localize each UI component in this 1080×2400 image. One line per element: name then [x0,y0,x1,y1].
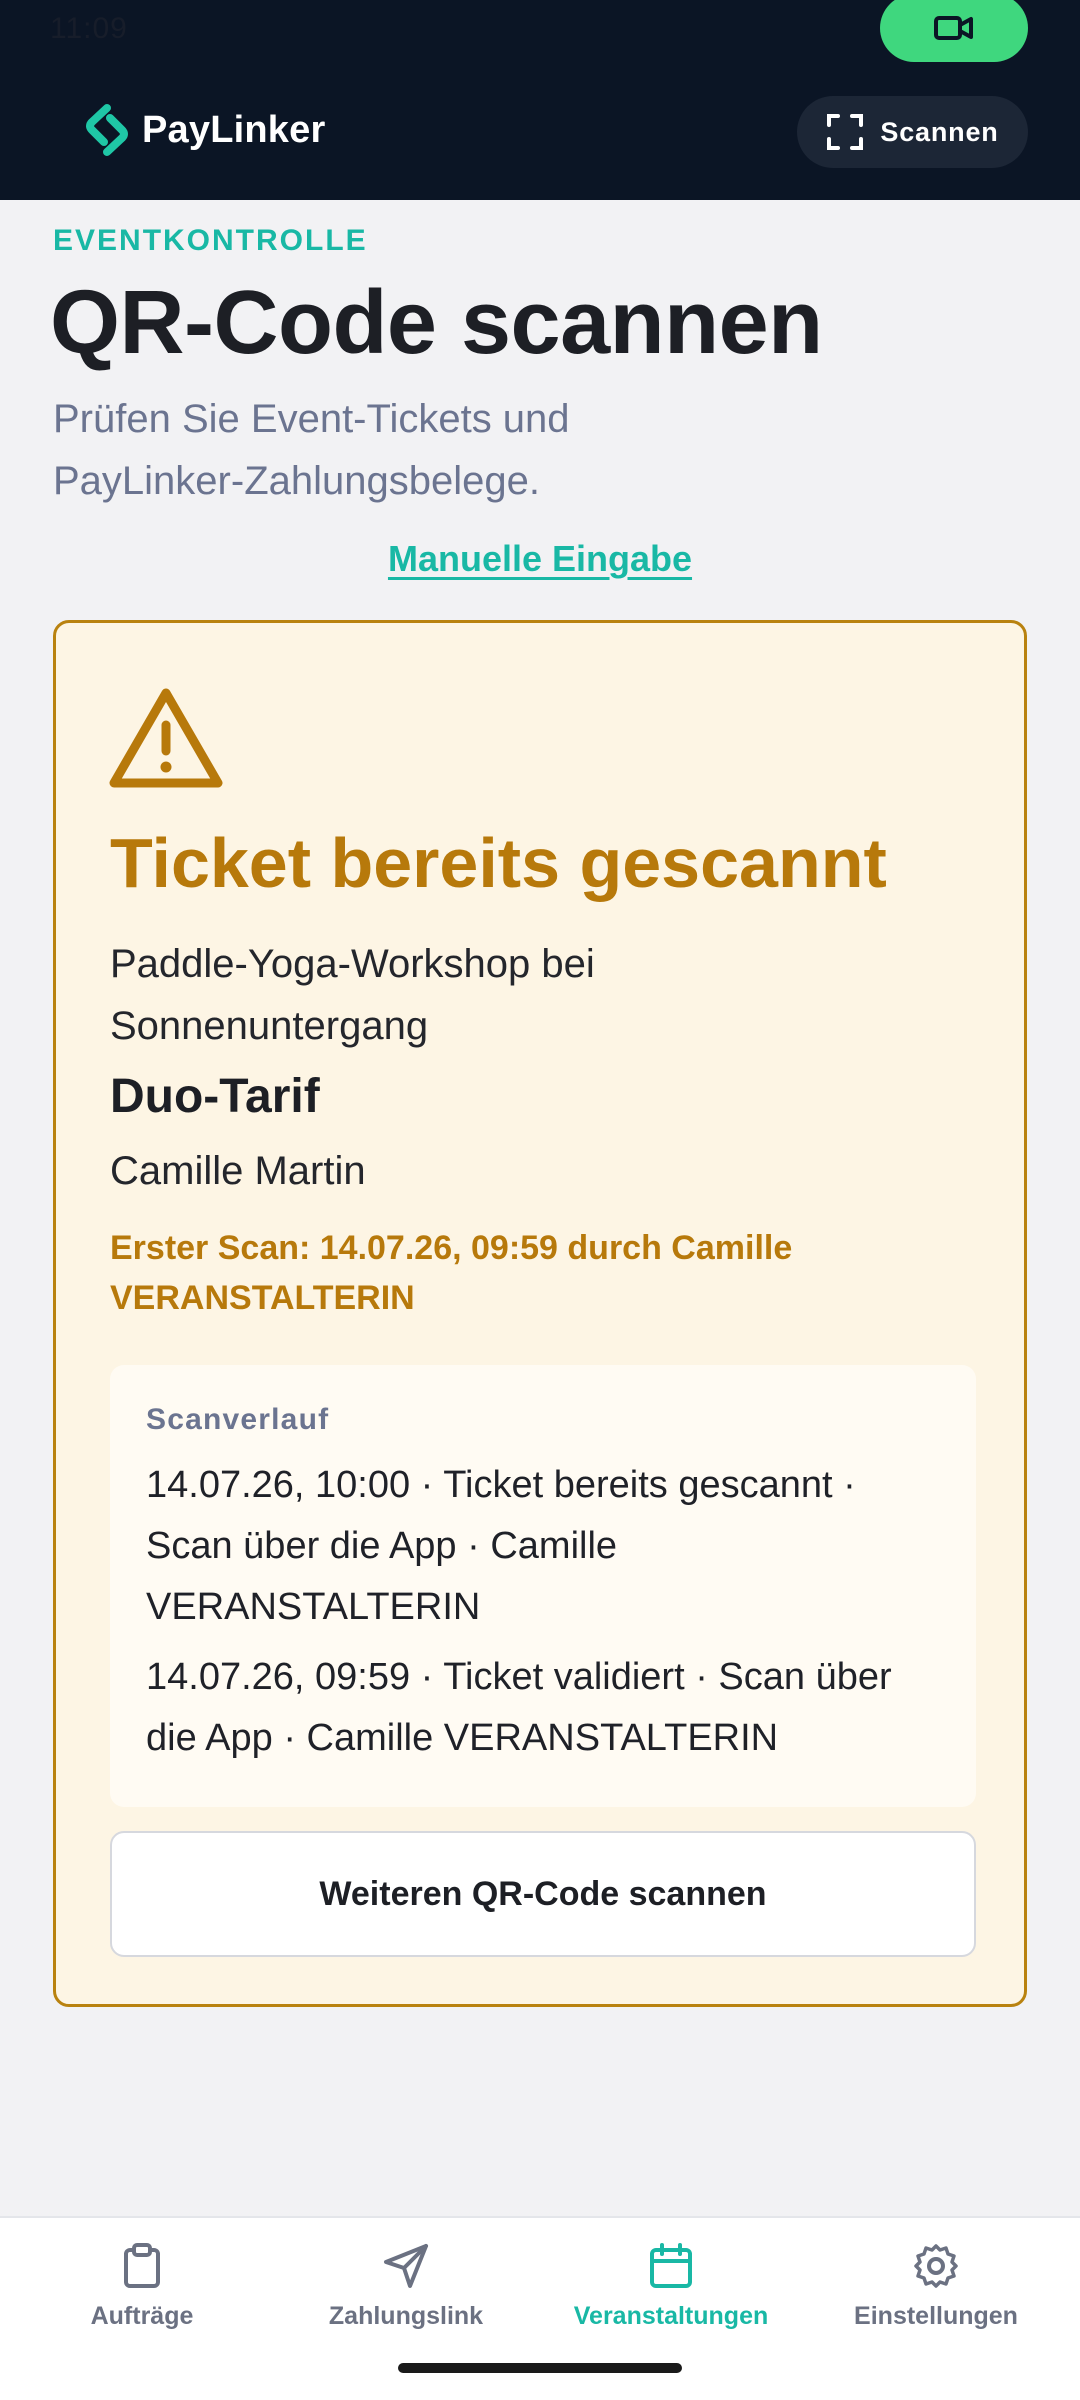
manual-entry-link[interactable]: Manuelle Eingabe [0,538,1080,580]
event-name: Paddle-Yoga-Workshop bei Sonnenuntergang [110,942,595,1048]
page-subtitle: Prüfen Sie Event-Tickets und PayLinker-Z… [53,397,570,503]
scan-history-entry: 14.07.26, 10:00 · Ticket bereits gescann… [146,1464,856,1628]
status-bar-time: 11:09 [50,12,128,45]
nav-label-payment-link: Zahlungslink [328,2302,484,2330]
header-scan-label: Scannen [880,116,999,147]
result-title: Ticket bereits gescannt [110,824,887,902]
header-scan-button[interactable]: Scannen [797,96,1028,168]
gear-icon [914,2244,958,2288]
page-title: QR-Code scannen [50,273,823,373]
clipboard-icon [124,2243,160,2288]
section-eyebrow: EVENTKONTROLLE [53,224,368,257]
nav-label-orders: Aufträge [90,2302,194,2330]
warning-triangle-icon [109,688,223,788]
scan-history: Scanverlauf 14.07.26, 10:00 · Ticket ber… [110,1365,976,1807]
home-indicator[interactable] [398,2363,682,2373]
first-scan-info: Erster Scan: 14.07.26, 09:59 durch Camil… [110,1229,793,1317]
brand-name: PayLinker [142,108,326,151]
camera-indicator[interactable] [880,0,1028,62]
scan-again-button[interactable]: Weiteren QR-Code scannen [110,1831,976,1957]
nav-label-settings: Einstellungen [854,2302,1018,2330]
scan-history-label: Scanverlauf [146,1403,330,1436]
app-header: 11:09 PayLinker Scannen [0,0,1080,200]
send-icon [384,2244,428,2288]
nav-item-events[interactable]: Veranstaltungen [536,2242,806,2352]
scan-history-list: 14.07.26, 10:00 · Ticket bereits gescann… [146,1455,946,1778]
nav-item-payment-link[interactable]: Zahlungslink [271,2242,541,2352]
paylinker-logo-icon [86,104,128,156]
nav-item-settings[interactable]: Einstellungen [801,2242,1071,2352]
nav-label-events: Veranstaltungen [573,2302,769,2330]
video-camera-icon [934,16,973,40]
nav-item-orders[interactable]: Aufträge [7,2242,277,2352]
ticket-tariff: Duo-Tarif [110,1070,320,1123]
scan-history-entry: 14.07.26, 09:59 · Ticket validiert · Sca… [146,1656,892,1759]
scan-result-card: Ticket bereits gescannt Paddle-Yoga-Work… [53,620,1027,2007]
ticket-holder: Camille Martin [110,1149,366,1193]
scan-frame-icon [827,114,864,150]
brand-logo[interactable]: PayLinker [84,102,325,158]
calendar-icon [650,2243,692,2288]
